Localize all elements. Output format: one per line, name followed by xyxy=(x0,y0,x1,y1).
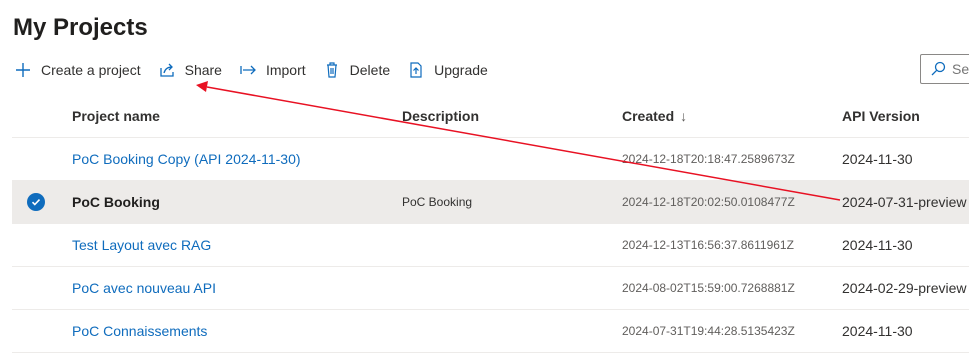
share-icon xyxy=(158,61,176,79)
create-project-button[interactable]: Create a project xyxy=(14,58,141,82)
import-icon xyxy=(239,61,257,79)
project-created: 2024-12-18T20:18:47.2589673Z xyxy=(622,152,795,166)
table-row[interactable]: Test Layout avec RAG 2024-12-13T16:56:37… xyxy=(12,224,969,267)
share-label: Share xyxy=(184,62,222,78)
plus-icon xyxy=(14,61,32,79)
project-name-link[interactable]: PoC Booking xyxy=(72,181,160,223)
upgrade-icon xyxy=(407,61,425,79)
upgrade-label: Upgrade xyxy=(434,62,488,78)
project-created: 2024-12-13T16:56:37.8611961Z xyxy=(622,238,794,252)
projects-table: Project name Description Created ↓ API V… xyxy=(12,95,969,353)
delete-label: Delete xyxy=(349,62,391,78)
table-row[interactable]: PoC Connaissements 2024-07-31T19:44:28.5… xyxy=(12,310,969,353)
table-row-selected[interactable]: PoC Booking PoC Booking 2024-12-18T20:02… xyxy=(12,181,969,224)
project-api-version: 2024-11-30 xyxy=(842,323,913,339)
table-row[interactable]: PoC Booking Copy (API 2024-11-30) 2024-1… xyxy=(12,138,969,181)
project-name-link[interactable]: PoC avec nouveau API xyxy=(72,267,216,309)
sort-descending-icon: ↓ xyxy=(680,108,688,124)
search-icon xyxy=(930,61,946,77)
row-checkbox[interactable] xyxy=(24,181,48,223)
delete-button[interactable]: Delete xyxy=(323,58,390,82)
import-button[interactable]: Import xyxy=(239,58,306,82)
checkmark-icon xyxy=(27,193,45,211)
project-description: PoC Booking xyxy=(402,195,473,209)
project-created: 2024-12-18T20:02:50.0108477Z xyxy=(622,195,795,209)
project-api-version: 2024-11-30 xyxy=(842,151,913,167)
upgrade-button[interactable]: Upgrade xyxy=(407,58,488,82)
project-api-version: 2024-11-30 xyxy=(842,237,913,253)
share-button[interactable]: Share xyxy=(158,58,222,82)
project-created: 2024-08-02T15:59:00.7268881Z xyxy=(622,281,795,295)
project-api-version: 2024-02-29-preview xyxy=(842,280,967,296)
trash-icon xyxy=(323,61,341,79)
command-bar: Create a project Share Import Delete Upg… xyxy=(14,58,505,82)
project-name-link[interactable]: PoC Booking Copy (API 2024-11-30) xyxy=(72,138,301,180)
project-created: 2024-07-31T19:44:28.5135423Z xyxy=(622,324,795,338)
column-header-name[interactable]: Project name xyxy=(72,95,160,137)
table-row[interactable]: PoC avec nouveau API 2024-08-02T15:59:00… xyxy=(12,267,969,310)
search-input[interactable] xyxy=(952,61,969,77)
import-label: Import xyxy=(265,62,306,78)
project-name-link[interactable]: Test Layout avec RAG xyxy=(72,224,211,266)
search-box[interactable] xyxy=(920,54,969,84)
column-header-created[interactable]: Created ↓ xyxy=(622,95,687,137)
project-api-version: 2024-07-31-preview xyxy=(842,194,967,210)
column-header-api-version[interactable]: API Version xyxy=(842,95,920,137)
column-header-description[interactable]: Description xyxy=(402,95,479,137)
table-header: Project name Description Created ↓ API V… xyxy=(12,95,969,138)
project-name-link[interactable]: PoC Connaissements xyxy=(72,310,207,352)
create-project-label: Create a project xyxy=(41,62,141,78)
column-header-created-label: Created xyxy=(622,108,675,124)
page-title: My Projects xyxy=(13,14,148,41)
